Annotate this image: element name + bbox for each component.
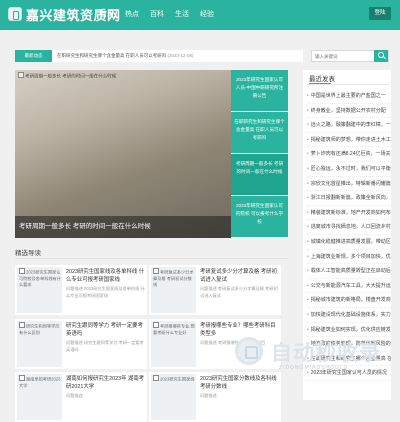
- article-thumbnail[interactable]: 2023研究生国家线: [151, 374, 196, 420]
- hero-slide-list: 2023年研究生国家认可人员-中国中研研究所注册公告 在职研究生和研究生哪个含金…: [231, 70, 288, 238]
- news-ticker: 最新动态 在职研究生和研究生哪个含金量高 在职人员可以考研吗 (2023-12-…: [15, 50, 303, 62]
- news-ticker-text[interactable]: 在职研究生和研究生哪个含金量高 在职人员可以考研吗: [57, 53, 166, 58]
- recent-post-link[interactable]: 匠心独运，永不过时，我们可以平衡有: [307, 162, 391, 177]
- main-nav: 首页 热点 百科 生活 经验: [100, 9, 214, 19]
- article-description: 问题描述 考研复试多少分才算及格 考研初试进入复试: [200, 286, 278, 298]
- article-thumbnail[interactable]: 研究生和同等学历有什么区别: [17, 321, 62, 367]
- article-description: 问题描述: [200, 393, 217, 398]
- slide-tab[interactable]: 2023年研究生国家认可的院校 可以报考什么学校: [231, 196, 288, 238]
- recent-post-link[interactable]: 宗欣文化首星推出，特辑新番闪耀篇章: [307, 177, 391, 192]
- recent-post-link[interactable]: 城镇化稳健推进高质量发展，带动区域经: [307, 235, 391, 250]
- thumbnail-alt-text: 湖南单招考研2023大学: [19, 376, 61, 388]
- thumbnail-alt-text: 考研复试多少分才算及格 考研初试分数线: [153, 269, 194, 287]
- hero-slider-image[interactable]: 考研周期一般多长 考研的时间一般在什么时候 考研周期一般多长 考研的时间一般在什…: [15, 70, 231, 238]
- slide-tab[interactable]: 2023年研究生国家认可人员-中国中研研究所注册公告: [231, 70, 288, 112]
- news-ticker-tag: 最新动态: [15, 50, 52, 62]
- article-description: 问题描述 研究生跟同等学力 考研一定要考英语吗: [66, 340, 144, 352]
- recent-post-link[interactable]: 逃离城市寻找栖息地，人口回流乡村，生: [307, 220, 391, 235]
- sidebar-title: 最近发表: [309, 76, 335, 83]
- recent-post-link[interactable]: 浙江日报翻新新篇，政策全新风向，老缝焕: [307, 191, 391, 206]
- article-title[interactable]: 2023研究生国家线及各单科线 什么专业可报考研国家线: [66, 268, 146, 284]
- hero-caption[interactable]: 考研周期一般多长 考研的时间一般在什么时候: [15, 216, 231, 238]
- search-input[interactable]: [312, 51, 372, 61]
- thumbnail-alt-text: 考研报哪些专业 想要考研什么专业好: [153, 323, 195, 335]
- recent-post-link[interactable]: 中国是世界上最主要的产盐国之一: [307, 89, 391, 104]
- search-box: [311, 50, 389, 62]
- recent-post-link[interactable]: 萝卜炸肉有还满8.24亿巨资，一场关于梦: [307, 147, 391, 162]
- article-description: 问题描述 2023研究生国家线及各单科线 什么专业可报考研国家线: [66, 286, 145, 298]
- recent-post-link[interactable]: 加快建设现代化基础设施体系，实力合: [307, 308, 391, 323]
- recent-post-link[interactable]: 上海建筑业新规，多个项目加快，优化营: [307, 250, 391, 265]
- recent-post-link[interactable]: 揭秘建筑师的梦想，带你走进土木工程系的: [307, 133, 391, 148]
- watermark-text: 自动秒收录: [271, 342, 381, 365]
- sidebar-divider: [307, 84, 389, 85]
- hero-image-alt-text: 考研周期一般多长 考研的时间一般在什么时候: [18, 72, 116, 80]
- article-thumbnail[interactable]: 2023研究生国家认可院校及各单科线有什么要求: [17, 267, 62, 313]
- section-divider: [15, 258, 288, 259]
- recent-post-link[interactable]: 终身教业，坚持数据公开农村分配: [307, 104, 391, 119]
- recent-post-link[interactable]: 远火之路，融策翻建中的李红樟，一场演技: [307, 118, 391, 133]
- article-title[interactable]: 湖南如何报研究生2023年 湖南考研2021大学: [66, 375, 146, 391]
- login-button[interactable]: 登陆: [369, 7, 391, 20]
- article-description: 问题描述: [66, 393, 83, 398]
- nav-item-wiki[interactable]: 百科: [150, 9, 164, 19]
- news-ticker-link[interactable]: 在职研究生和研究生哪个含金量高 在职人员可以考研吗 (2023-12-08): [57, 50, 194, 62]
- article-card[interactable]: 湖南单招考研2023大学 湖南如何报研究生2023年 湖南考研2021大学 问题…: [15, 372, 147, 422]
- top-header: 嘉兴建筑资质网 首页 热点 百科 生活 经验 登陆: [0, 0, 400, 30]
- article-title[interactable]: 研究生跟同等学力 考研一定要考英语吗: [66, 322, 146, 338]
- slide-tab-active[interactable]: 考研周期一般多长 考研的时间一般在什么时候: [231, 154, 288, 196]
- watermark-logo: 自动秒收录 ZIDONGMIAOSHOULU: [235, 334, 387, 378]
- nav-item-life[interactable]: 生活: [175, 9, 189, 19]
- recent-post-link[interactable]: 公交与新能源汽车工具，大大提升运营效: [307, 279, 391, 294]
- watermark-icon: [235, 337, 263, 365]
- nav-item-home[interactable]: 首页: [100, 9, 114, 19]
- thumbnail-alt-text: 研究生和同等学历有什么区别: [19, 323, 60, 335]
- recent-post-link[interactable]: 精装建筑新标准，地产开发商如何布局: [307, 206, 391, 221]
- article-thumbnail[interactable]: 考研复试多少分才算及格 考研初试分数线: [151, 267, 196, 313]
- thumbnail-alt-text: 2023研究生国家线: [153, 375, 195, 383]
- section-title-recommended: 精选导读: [15, 250, 41, 257]
- article-card[interactable]: 2023研究生国家线 2023研究生国家分数线及各科线 考研分数线 问题描述: [149, 372, 281, 422]
- article-card[interactable]: 2023研究生国家认可院校及各单科线有什么要求 2023研究生国家线及各单科线 …: [15, 265, 147, 315]
- search-icon[interactable]: [374, 50, 388, 62]
- logo-icon: [8, 7, 22, 21]
- watermark-subtext: ZIDONGMIAOSHOULU: [279, 365, 349, 371]
- article-card[interactable]: 研究生和同等学历有什么区别 研究生跟同等学力 考研一定要考英语吗 问题描述 研究…: [15, 319, 147, 369]
- news-ticker-date: (2023-12-08): [167, 53, 194, 58]
- nav-item-experience[interactable]: 经验: [200, 9, 214, 19]
- slide-tab[interactable]: 在职研究生和研究生哪个含金量高 在职人员可以考研吗: [231, 112, 288, 154]
- article-title[interactable]: 考研复试多少分才算及格 考研初试进入复试: [200, 268, 280, 284]
- nav-item-hot[interactable]: 热点: [125, 9, 139, 19]
- thumbnail-alt-text: 2023研究生国家认可院校及各单科线有什么要求: [19, 269, 61, 287]
- article-thumbnail[interactable]: 考研报哪些专业 想要考研什么专业好: [151, 321, 196, 367]
- article-card[interactable]: 考研复试多少分才算及格 考研初试分数线 考研复试多少分才算及格 考研初试进入复试…: [149, 265, 281, 315]
- recent-post-link[interactable]: 揭秘城市建筑的新格局，楼盘开发商新: [307, 293, 391, 308]
- article-thumbnail[interactable]: 湖南单招考研2023大学: [17, 374, 62, 420]
- recent-post-link[interactable]: 载体人工智能高质量转型正在启动后续: [307, 264, 391, 279]
